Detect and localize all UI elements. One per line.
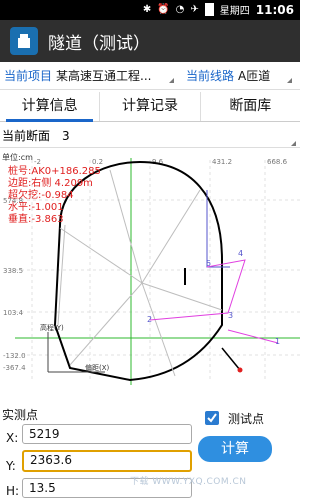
tab-bar: 计算信息 计算记录 断面库 xyxy=(0,92,300,122)
axis-x-label: 偏距(X) xyxy=(85,363,110,372)
line-select[interactable]: A匝道 xyxy=(238,67,294,84)
airplane-icon: ✈ xyxy=(190,4,199,15)
y-input[interactable]: 2363.6 xyxy=(22,450,192,472)
info-horizontal: 水平:-1.001 xyxy=(8,202,64,213)
calc-info-overlay: 桩号:AK0+186.285 边距:右侧 4.209m 超欠挖:-0.984 水… xyxy=(8,166,101,226)
dropdown-arrow-icon xyxy=(291,141,296,146)
x-label: X: xyxy=(6,431,19,445)
y-tick: 338.5 xyxy=(3,267,23,275)
info-stake: 桩号:AK0+186.285 xyxy=(8,166,101,177)
tab-calc-records[interactable]: 计算记录 xyxy=(100,92,201,121)
axis-y-label: 高程(Y) xyxy=(40,323,64,332)
y-tick: 103.4 xyxy=(3,309,24,317)
h-label: H: xyxy=(6,484,20,498)
x-tick: 431.2 xyxy=(212,158,232,166)
alarm-icon: ⏰ xyxy=(157,4,170,15)
section-label: 当前断面 xyxy=(2,129,51,143)
tab-calc-info[interactable]: 计算信息 xyxy=(0,92,101,122)
line-value: A匝道 xyxy=(238,69,271,83)
page-title: 隧道（测试） xyxy=(48,33,150,54)
info-vertical: 垂直:-3.863 xyxy=(8,214,64,225)
status-bar: ✱ ⏰ ◔ ✈ 星期四 11:06 xyxy=(0,0,300,20)
y-label: Y: xyxy=(6,459,16,473)
checkmark-icon xyxy=(207,413,217,423)
point-label: 2 xyxy=(147,315,152,324)
project-select[interactable]: 某高速互通工程... xyxy=(56,67,176,84)
x-tick: 668.6 xyxy=(267,158,288,166)
section-value: 3 xyxy=(62,128,70,143)
info-offset: 边距:右侧 4.209m xyxy=(8,178,93,189)
x-tick: 0.2 xyxy=(92,158,103,166)
battery-icon xyxy=(204,3,214,16)
bluetooth-icon: ✱ xyxy=(142,4,152,15)
current-point xyxy=(237,367,243,373)
dropdown-arrow-icon xyxy=(169,78,175,83)
point-label: 3 xyxy=(228,311,233,320)
line-label: 当前线路 xyxy=(186,69,235,83)
x-tick: -2 xyxy=(34,158,41,166)
point-label: 1 xyxy=(275,337,280,346)
point-label: 4 xyxy=(238,249,243,258)
x-input[interactable]: 5219 xyxy=(22,424,192,444)
y-tick: -132.0 xyxy=(3,352,26,360)
info-over-under: 超欠挖:-0.984 xyxy=(8,190,74,201)
tab-section-library[interactable]: 断面库 xyxy=(201,92,300,121)
app-logo-icon[interactable] xyxy=(10,27,38,55)
test-point-label: 测试点 xyxy=(228,412,265,426)
measure-title: 实测点 xyxy=(2,408,39,422)
wifi-icon: ◔ xyxy=(175,4,185,15)
section-selector-row[interactable]: 当前断面 3 xyxy=(0,124,300,148)
status-day: 星期四 xyxy=(219,6,250,17)
watermark: 下载 WWW.YXQ.COM.CN xyxy=(130,477,247,487)
project-selector-row: 当前项目 某高速互通工程... 当前线路 A匝道 xyxy=(0,62,300,90)
test-point-checkbox[interactable] xyxy=(205,411,219,425)
point-label: 5 xyxy=(206,259,211,268)
dropdown-arrow-icon xyxy=(287,78,293,83)
project-value: 某高速互通工程... xyxy=(56,69,152,83)
y-tick: -367.4 xyxy=(3,364,26,372)
project-label: 当前项目 xyxy=(4,69,53,83)
status-time: 11:06 xyxy=(255,2,294,17)
title-bar: 隧道（测试） xyxy=(0,20,300,62)
calculate-button[interactable]: 计算 xyxy=(198,436,272,462)
